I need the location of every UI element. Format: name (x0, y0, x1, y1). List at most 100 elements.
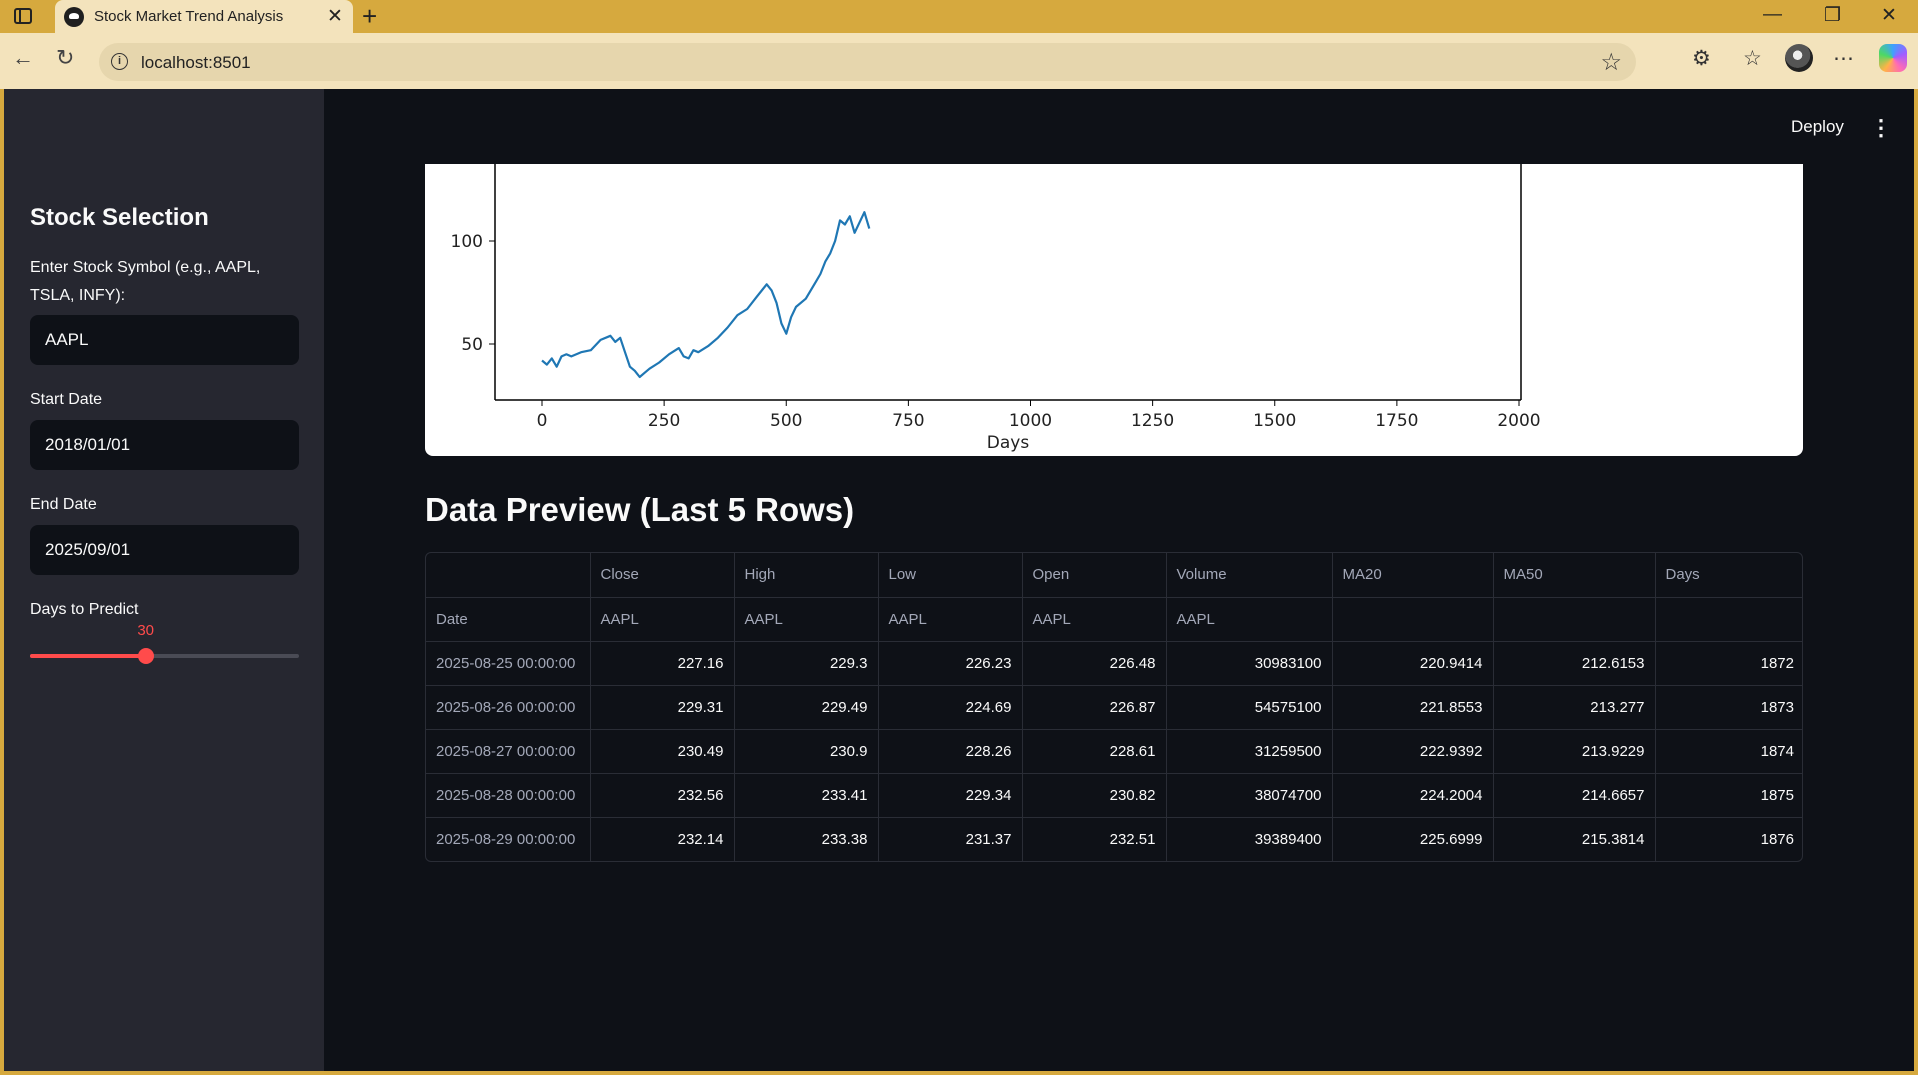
table-row[interactable]: 2025-08-28 00:00:00 232.56 233.41 229.34 230… (426, 773, 1802, 818)
address-bar[interactable]: i localhost:8501 ☆ (99, 43, 1636, 81)
slider-thumb[interactable] (137, 648, 154, 664)
ticker-header: AAPL (590, 597, 735, 642)
value-cell[interactable]: 232.51 (1022, 817, 1167, 861)
tab-title: Stock Market Trend Analysis (94, 8, 284, 25)
app-header (324, 89, 1914, 164)
value-cell[interactable]: 230.49 (590, 729, 735, 774)
value-cell[interactable]: 229.3 (734, 641, 879, 686)
value-cell[interactable]: 220.9414 (1332, 641, 1494, 686)
value-cell[interactable]: 226.48 (1022, 641, 1167, 686)
x-tick-label: 1500 (1253, 411, 1296, 431)
tab-actions-icon[interactable] (14, 8, 32, 24)
copilot-icon[interactable] (1879, 44, 1907, 72)
value-cell[interactable]: 229.49 (734, 685, 879, 730)
value-cell[interactable]: 213.277 (1493, 685, 1656, 730)
table-row[interactable]: 2025-08-26 00:00:00 229.31 229.49 224.69 226… (426, 685, 1802, 730)
x-tick-label: 500 (770, 411, 802, 431)
favorites-icon[interactable]: ☆ (1743, 46, 1762, 71)
value-cell[interactable]: 213.9229 (1493, 729, 1656, 774)
column-header[interactable]: Close (590, 553, 735, 598)
value-cell[interactable]: 228.26 (878, 729, 1023, 774)
slider-fill (30, 654, 146, 658)
column-header[interactable]: Days (1655, 553, 1802, 598)
table-row[interactable]: 2025-08-29 00:00:00 232.14 233.38 231.37 232… (426, 817, 1802, 861)
value-cell[interactable]: 212.6153 (1493, 641, 1656, 686)
value-cell[interactable]: 228.61 (1022, 729, 1167, 774)
value-cell[interactable]: 229.31 (590, 685, 735, 730)
symbol-label: Enter Stock Symbol (e.g., AAPL, TSLA, IN… (30, 259, 261, 304)
symbol-input[interactable]: AAPL (30, 315, 299, 365)
value-cell[interactable]: 231.37 (878, 817, 1023, 861)
index-header[interactable]: Date (426, 597, 591, 642)
start-date-input[interactable]: 2018/01/01 (30, 420, 299, 470)
value-cell[interactable]: 230.82 (1022, 773, 1167, 818)
date-cell[interactable]: 2025-08-27 00:00:00 (426, 729, 591, 774)
column-header[interactable]: High (734, 553, 879, 598)
column-header[interactable]: Low (878, 553, 1023, 598)
end-date-input[interactable]: 2025/09/01 (30, 525, 299, 575)
y-tick-label: 50 (461, 335, 483, 355)
column-header[interactable]: MA50 (1493, 553, 1656, 598)
table-row[interactable]: 2025-08-27 00:00:00 230.49 230.9 228.26 228.… (426, 729, 1802, 774)
browser-tab[interactable]: Stock Market Trend Analysis ✕ (55, 0, 353, 36)
value-cell[interactable]: 232.56 (590, 773, 735, 818)
browser-toolbar: ← ↻ i localhost:8501 ☆ ⚙ ☆ ⋯ (0, 33, 1918, 89)
x-tick-label: 250 (648, 411, 680, 431)
price-series-line (541, 211, 871, 379)
value-cell[interactable]: 226.87 (1022, 685, 1167, 730)
date-cell[interactable]: 2025-08-28 00:00:00 (426, 773, 591, 818)
close-tab-icon[interactable]: ✕ (327, 5, 343, 28)
value-cell[interactable]: 1873 (1655, 685, 1802, 730)
value-cell[interactable]: 229.34 (878, 773, 1023, 818)
profile-avatar[interactable] (1785, 44, 1813, 72)
value-cell[interactable]: 227.16 (590, 641, 735, 686)
favorite-star-icon[interactable]: ☆ (1600, 48, 1622, 77)
value-cell[interactable]: 38074700 (1166, 773, 1333, 818)
main-menu-icon[interactable]: ⋮ (1870, 115, 1892, 141)
close-window-icon[interactable]: ✕ (1881, 4, 1897, 27)
column-header[interactable]: Open (1022, 553, 1167, 598)
column-header[interactable]: Volume (1166, 553, 1333, 598)
deploy-button[interactable]: Deploy (1791, 117, 1844, 137)
streamlit-app: Stock Selection Enter Stock Symbol (e.g.… (4, 89, 1914, 1071)
date-cell[interactable]: 2025-08-26 00:00:00 (426, 685, 591, 730)
restore-icon[interactable]: ❐ (1824, 4, 1841, 27)
date-cell[interactable]: 2025-08-29 00:00:00 (426, 817, 591, 861)
value-cell[interactable]: 233.41 (734, 773, 879, 818)
minimize-icon[interactable]: — (1763, 4, 1782, 26)
value-cell[interactable]: 1876 (1655, 817, 1802, 861)
value-cell[interactable]: 1874 (1655, 729, 1802, 774)
more-options-icon[interactable]: ⋯ (1833, 46, 1854, 71)
value-cell[interactable]: 1875 (1655, 773, 1802, 818)
value-cell[interactable]: 221.8553 (1332, 685, 1494, 730)
corner-cell (426, 553, 591, 598)
value-cell[interactable]: 224.2004 (1332, 773, 1494, 818)
value-cell[interactable]: 31259500 (1166, 729, 1333, 774)
value-cell[interactable]: 233.38 (734, 817, 879, 861)
site-info-icon[interactable]: i (111, 53, 128, 70)
value-cell[interactable]: 215.3814 (1493, 817, 1656, 861)
extensions-icon[interactable]: ⚙ (1692, 46, 1711, 71)
refresh-icon[interactable]: ↻ (56, 45, 74, 71)
value-cell[interactable]: 226.23 (878, 641, 1023, 686)
value-cell[interactable]: 232.14 (590, 817, 735, 861)
value-cell[interactable]: 39389400 (1166, 817, 1333, 861)
y-tick-label: 100 (451, 232, 483, 252)
value-cell[interactable]: 224.69 (878, 685, 1023, 730)
value-cell[interactable]: 214.6657 (1493, 773, 1656, 818)
value-cell[interactable]: 54575100 (1166, 685, 1333, 730)
header-row: Close High Low Open Volume MA20 MA50 Days (426, 553, 1802, 598)
value-cell[interactable]: 1872 (1655, 641, 1802, 686)
data-preview-table[interactable]: Close High Low Open Volume MA20 MA50 Days Date AA… (425, 552, 1803, 862)
value-cell[interactable]: 222.9392 (1332, 729, 1494, 774)
column-header[interactable]: MA20 (1332, 553, 1494, 598)
table-row[interactable]: 2025-08-25 00:00:00 227.16 229.3 226.23 226.… (426, 641, 1802, 686)
value-cell[interactable]: 225.6999 (1332, 817, 1494, 861)
value-cell[interactable]: 30983100 (1166, 641, 1333, 686)
date-cell[interactable]: 2025-08-25 00:00:00 (426, 641, 591, 686)
url-text[interactable]: localhost:8501 (141, 53, 251, 73)
back-icon[interactable]: ← (12, 45, 34, 71)
new-tab-icon[interactable]: + (362, 1, 377, 32)
value-cell[interactable]: 230.9 (734, 729, 879, 774)
days-to-predict-slider[interactable] (30, 648, 299, 664)
